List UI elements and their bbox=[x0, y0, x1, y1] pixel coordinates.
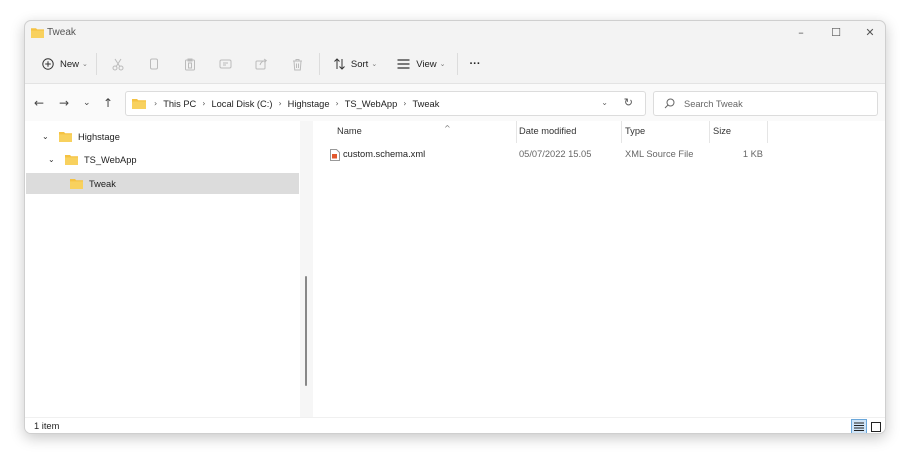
breadcrumb-this-pc[interactable]: This PC bbox=[163, 99, 196, 109]
chevron-down-icon[interactable]: ⌄ bbox=[42, 132, 52, 141]
address-history-dropdown[interactable]: ⌄ bbox=[601, 98, 608, 107]
status-bar: 1 item bbox=[25, 417, 885, 433]
search-icon bbox=[664, 98, 675, 109]
column-header-date-modified[interactable]: Date modified bbox=[519, 126, 576, 146]
plus-circle-icon bbox=[42, 58, 54, 70]
chevron-down-icon[interactable]: ⌄ bbox=[48, 155, 58, 164]
tree-item-label: Highstage bbox=[78, 131, 120, 142]
sort-button[interactable]: Sort ⌄ bbox=[328, 51, 382, 77]
view-list-icon bbox=[397, 59, 410, 69]
breadcrumb-separator: › bbox=[403, 99, 407, 108]
folder-icon bbox=[70, 179, 83, 189]
sort-label: Sort bbox=[350, 58, 369, 70]
column-divider[interactable] bbox=[767, 121, 768, 143]
tree-item-label: Tweak bbox=[89, 178, 116, 189]
forward-button[interactable]: → bbox=[59, 95, 69, 111]
column-header-name[interactable]: Name ^ bbox=[337, 124, 517, 146]
share-icon bbox=[255, 58, 268, 70]
recent-locations-button[interactable]: ⌄ bbox=[83, 95, 91, 111]
breadcrumb-local-disk[interactable]: Local Disk (C:) bbox=[211, 99, 272, 109]
search-input[interactable]: Search Tweak bbox=[653, 91, 878, 116]
tiles-view-button[interactable] bbox=[868, 419, 884, 433]
minimize-button[interactable]: – bbox=[785, 23, 817, 43]
file-list: Name ^ Date modified Type Size custom.sc… bbox=[313, 121, 885, 417]
cut-button[interactable] bbox=[100, 51, 136, 77]
delete-button[interactable] bbox=[280, 51, 316, 77]
trash-icon bbox=[293, 58, 303, 70]
column-header-size[interactable]: Size bbox=[713, 126, 731, 146]
column-header-type[interactable]: Type bbox=[625, 126, 645, 146]
navigation-bar: ← → ⌄ ↑ › This PC › Local Disk (C:) › Hi… bbox=[25, 83, 885, 121]
toolbar-divider bbox=[318, 53, 320, 75]
chevron-down-icon: ⌄ bbox=[82, 60, 88, 68]
folder-icon bbox=[31, 28, 44, 38]
clipboard-icon bbox=[184, 58, 195, 70]
folder-icon bbox=[65, 155, 78, 165]
details-view-icon bbox=[854, 422, 864, 431]
view-label: View bbox=[416, 58, 437, 70]
command-bar: New ⌄ Sort ⌄ View ⌄ ··· bbox=[25, 45, 885, 83]
column-divider[interactable] bbox=[709, 121, 710, 143]
search-placeholder: Search Tweak bbox=[684, 99, 743, 109]
column-name-label: Name bbox=[337, 126, 362, 136]
large-icons-view-icon bbox=[871, 421, 881, 432]
copy-icon bbox=[150, 58, 159, 69]
breadcrumb-separator: › bbox=[335, 99, 339, 108]
column-divider[interactable] bbox=[621, 121, 622, 143]
sort-ascending-icon: ^ bbox=[444, 124, 451, 133]
file-type: XML Source File bbox=[625, 149, 694, 159]
address-bar[interactable]: › This PC › Local Disk (C:) › Highstage … bbox=[125, 91, 646, 116]
item-count: 1 item bbox=[34, 421, 60, 431]
maximize-button[interactable]: ☐ bbox=[820, 23, 852, 43]
rename-icon bbox=[219, 59, 232, 69]
navigation-pane: ⌄ Highstage ⌄ TS_WebApp Tweak bbox=[25, 121, 300, 417]
tree-item-highstage[interactable]: ⌄ Highstage bbox=[25, 126, 300, 147]
file-name: custom.schema.xml bbox=[343, 149, 426, 159]
details-view-button[interactable] bbox=[851, 419, 867, 433]
toolbar-divider bbox=[95, 53, 97, 75]
rename-button[interactable] bbox=[208, 51, 244, 77]
file-size: 1 KB bbox=[742, 149, 763, 159]
explorer-window: Tweak – ☐ ✕ New ⌄ Sort ⌄ View ⌄ ··· ← → … bbox=[24, 20, 886, 434]
title-bar: Tweak – ☐ ✕ bbox=[25, 21, 885, 45]
paste-button[interactable] bbox=[172, 51, 208, 77]
toolbar-divider bbox=[456, 53, 458, 75]
copy-button[interactable] bbox=[136, 51, 172, 77]
folder-icon bbox=[132, 99, 146, 109]
breadcrumb-separator: › bbox=[278, 99, 282, 108]
chevron-down-icon: ⌄ bbox=[371, 60, 378, 68]
folder-icon bbox=[59, 132, 72, 142]
more-options-button[interactable]: ··· bbox=[465, 51, 486, 77]
scrollbar-thumb[interactable] bbox=[305, 276, 307, 386]
close-button[interactable]: ✕ bbox=[854, 23, 885, 43]
up-button[interactable]: ↑ bbox=[103, 95, 113, 111]
back-button[interactable]: ← bbox=[34, 95, 44, 111]
chevron-down-icon: ⌄ bbox=[439, 60, 446, 68]
column-divider[interactable] bbox=[516, 121, 517, 143]
window-title: Tweak bbox=[47, 27, 76, 38]
xml-file-icon bbox=[330, 149, 340, 161]
scissors-icon bbox=[112, 58, 124, 70]
main-area: ⌄ Highstage ⌄ TS_WebApp Tweak Name ^ Dat… bbox=[25, 121, 885, 417]
breadcrumb-separator: › bbox=[202, 99, 206, 108]
new-button[interactable]: New ⌄ bbox=[37, 51, 93, 77]
pane-splitter[interactable] bbox=[300, 121, 313, 417]
view-button[interactable]: View ⌄ bbox=[392, 51, 450, 77]
breadcrumb-highstage[interactable]: Highstage bbox=[288, 99, 330, 109]
breadcrumb-separator: › bbox=[154, 99, 158, 108]
refresh-button[interactable]: ↻ bbox=[624, 96, 633, 109]
breadcrumb-ts-webapp[interactable]: TS_WebApp bbox=[345, 99, 398, 109]
new-label: New bbox=[60, 58, 80, 70]
table-row[interactable]: custom.schema.xml 05/07/2022 15.05 XML S… bbox=[313, 145, 783, 166]
file-date-modified: 05/07/2022 15.05 bbox=[519, 149, 592, 159]
share-button[interactable] bbox=[244, 51, 280, 77]
breadcrumb-tweak[interactable]: Tweak bbox=[412, 99, 439, 109]
sort-icon bbox=[334, 58, 345, 70]
tree-item-ts-webapp[interactable]: ⌄ TS_WebApp bbox=[25, 149, 300, 170]
tree-item-label: TS_WebApp bbox=[84, 154, 137, 165]
tree-item-tweak[interactable]: Tweak bbox=[26, 173, 299, 194]
